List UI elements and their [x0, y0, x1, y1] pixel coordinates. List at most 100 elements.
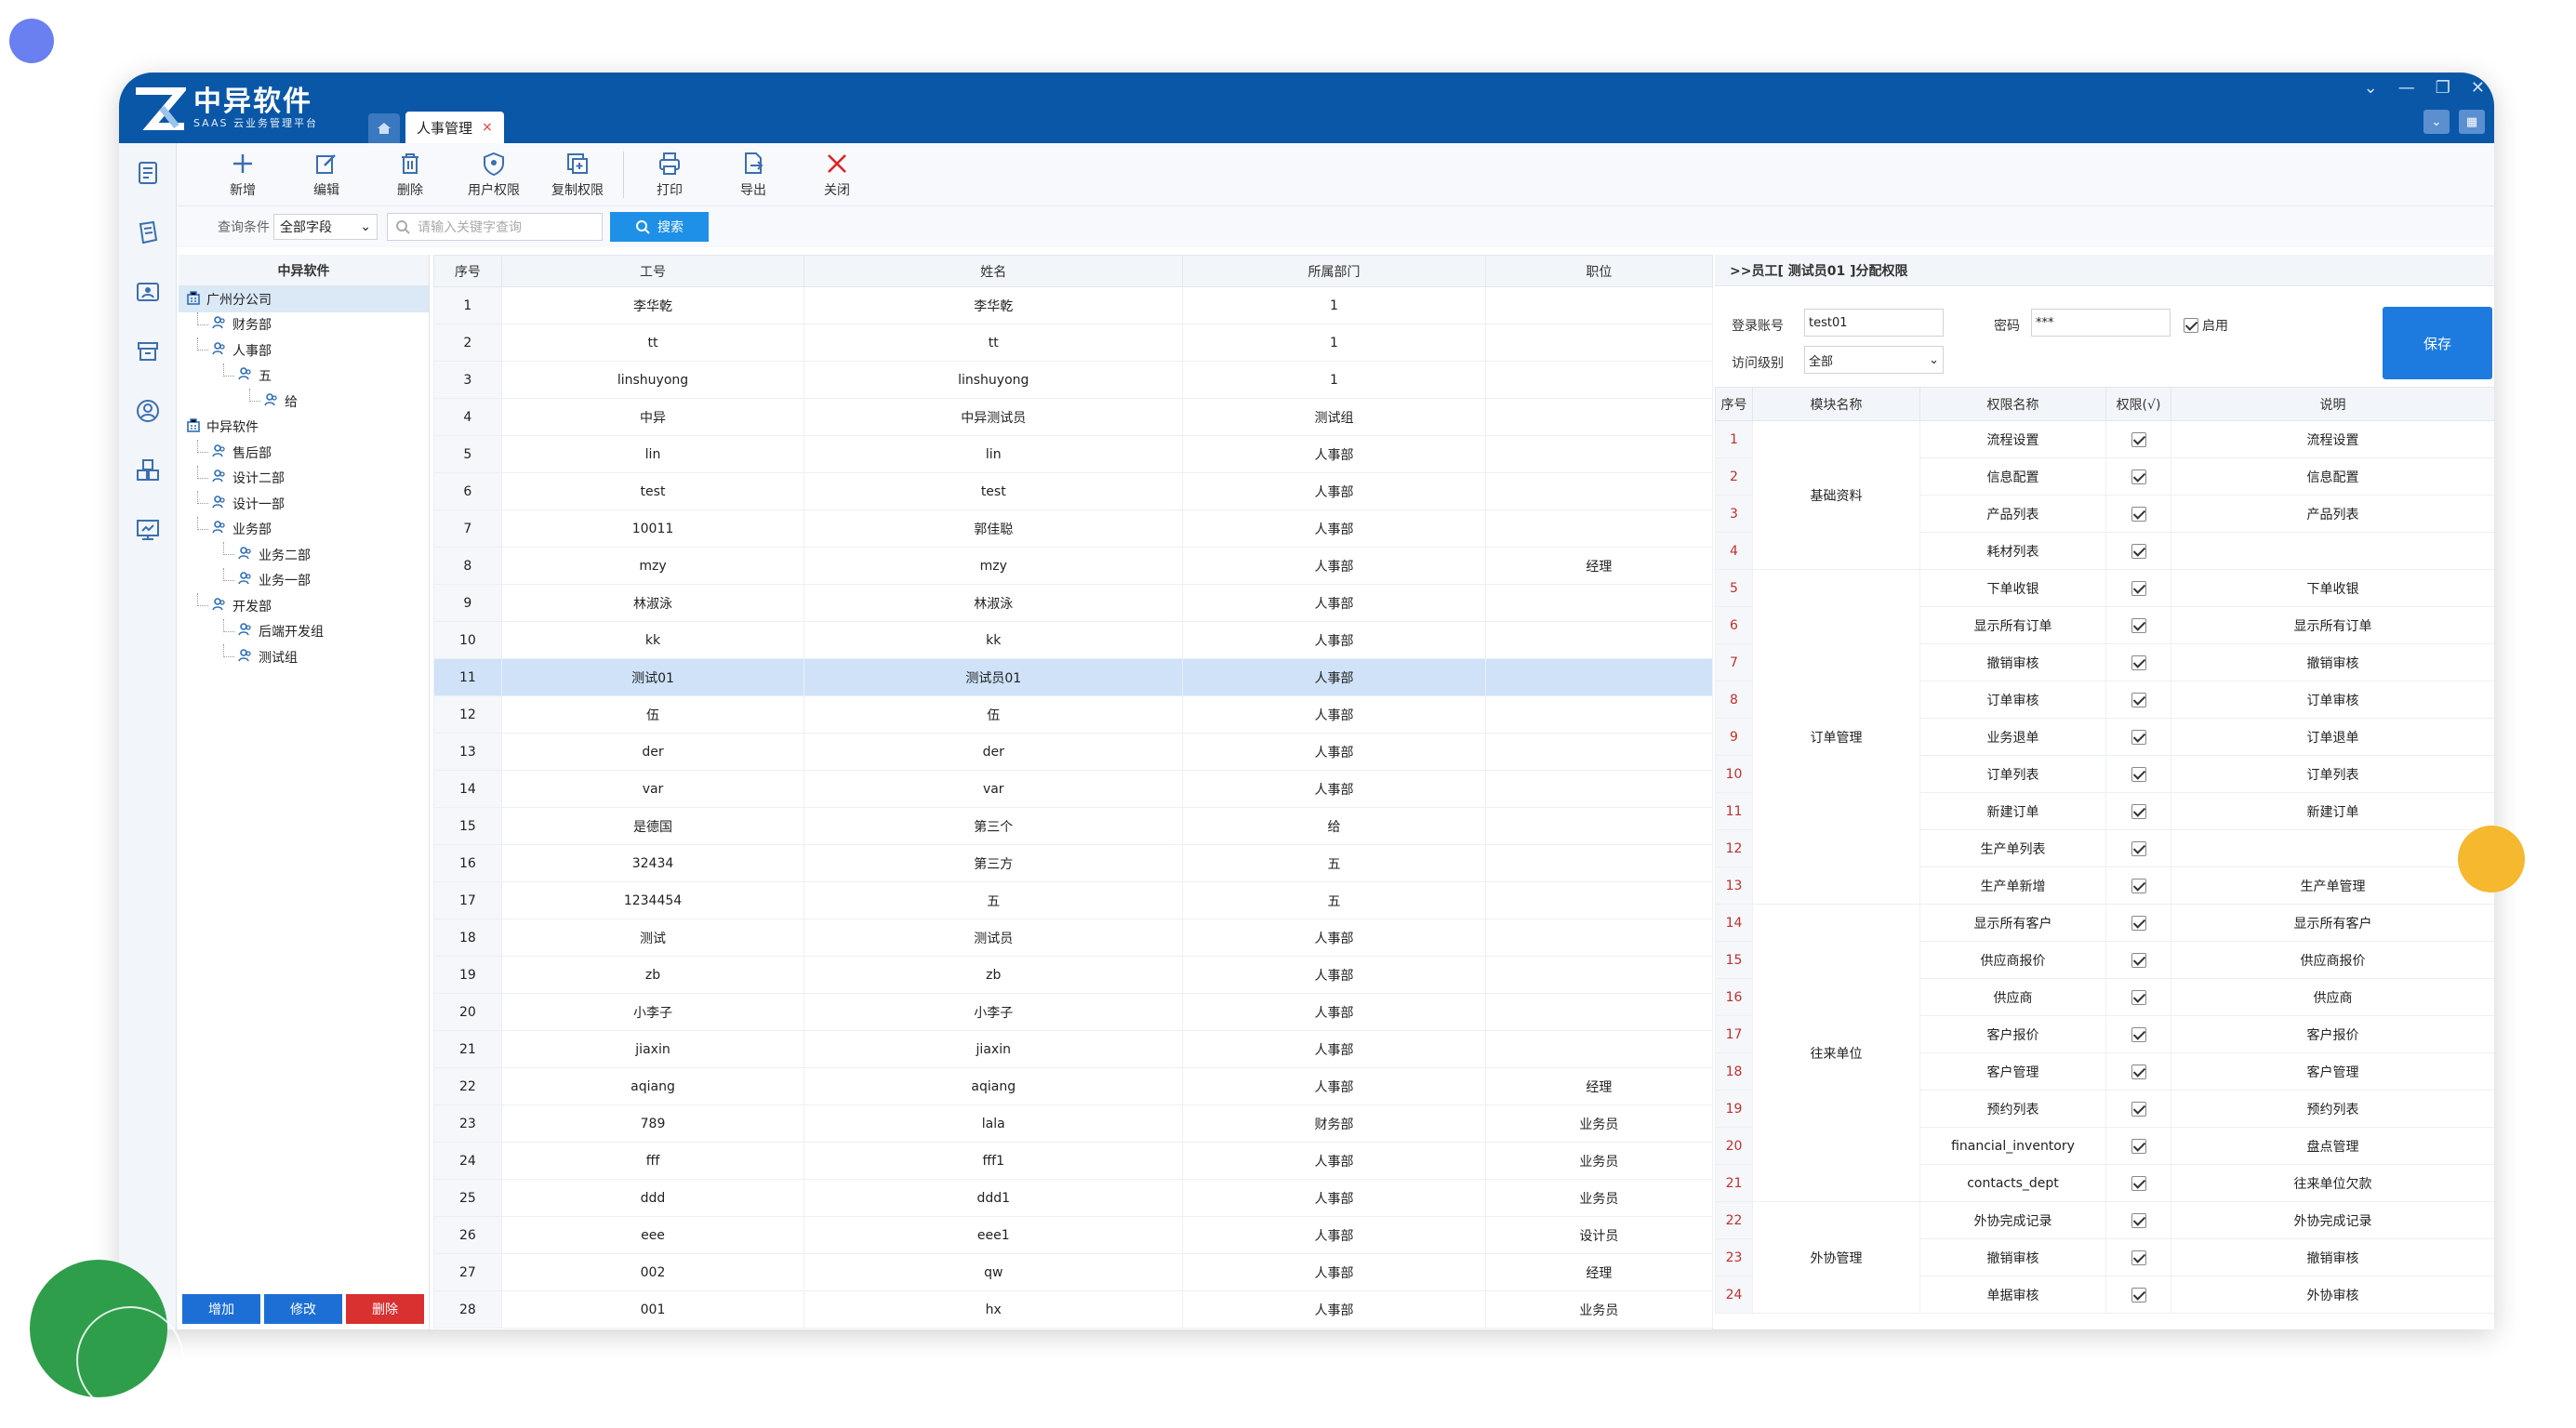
- toolbar-button-plus[interactable]: 新增: [201, 151, 285, 199]
- table-row[interactable]: 21 jiaxin jiaxin 人事部: [433, 1030, 1714, 1068]
- permission-checkbox[interactable]: [2105, 532, 2171, 570]
- tree-node[interactable]: 业务二部: [179, 542, 429, 568]
- window-close-icon[interactable]: ✕: [2471, 78, 2485, 98]
- tree-node[interactable]: 设计一部: [179, 491, 429, 517]
- tree-node[interactable]: 开发部: [179, 593, 429, 619]
- nav-item[interactable]: [119, 381, 177, 441]
- table-row[interactable]: 6 test test 人事部: [433, 472, 1714, 510]
- permission-checkbox[interactable]: [2105, 420, 2171, 458]
- add-dept-button[interactable]: 增加: [182, 1294, 260, 1324]
- table-row[interactable]: 5 lin lin 人事部: [433, 435, 1714, 473]
- toolbar-button-copy[interactable]: 复制权限: [536, 151, 619, 199]
- permission-checkbox[interactable]: [2105, 1164, 2171, 1202]
- tree-node[interactable]: 设计二部: [179, 465, 429, 492]
- permission-checkbox[interactable]: [2105, 643, 2171, 681]
- permission-checkbox[interactable]: [2105, 755, 2171, 793]
- tree-node[interactable]: 售后部: [179, 440, 429, 466]
- table-row[interactable]: 2 tt tt 1: [433, 324, 1714, 362]
- table-row[interactable]: 15 是德国 第三个给: [433, 807, 1714, 845]
- table-row[interactable]: 19 zb zb 人事部: [433, 956, 1714, 994]
- edit-dept-button[interactable]: 修改: [264, 1294, 342, 1324]
- table-row[interactable]: 3 linshuyong linshuyong 1: [433, 361, 1714, 399]
- permission-checkbox[interactable]: [2105, 1015, 2171, 1053]
- tree-node[interactable]: 后端开发组: [179, 618, 429, 645]
- table-row[interactable]: 20 小李子 小李子 人事部: [433, 993, 1714, 1031]
- login-field[interactable]: test01: [1804, 309, 1944, 337]
- permission-checkbox[interactable]: [2105, 1090, 2171, 1128]
- permission-checkbox[interactable]: [2105, 495, 2171, 533]
- tree-node[interactable]: 业务一部: [179, 567, 429, 594]
- permission-checkbox[interactable]: [2105, 1201, 2171, 1239]
- permission-checkbox[interactable]: [2105, 829, 2171, 867]
- enable-checkbox[interactable]: 启用: [2184, 316, 2228, 335]
- column-header[interactable]: 职位: [1484, 255, 1714, 287]
- permission-checkbox[interactable]: [2105, 718, 2171, 756]
- toolbar-button-printer[interactable]: 打印: [628, 151, 711, 199]
- search-input[interactable]: 请输入关键字查询: [387, 213, 603, 241]
- toolbar-button-shield[interactable]: 用户权限: [452, 151, 536, 199]
- table-row[interactable]: 18 测试 测试员 人事部: [433, 919, 1714, 957]
- permission-checkbox[interactable]: [2105, 792, 2171, 830]
- toolbar-button-trash[interactable]: 删除: [368, 151, 452, 199]
- query-field-select[interactable]: 全部字段 ⌄: [273, 214, 378, 240]
- permission-checkbox[interactable]: [2105, 941, 2171, 979]
- restore-icon[interactable]: ❐: [2436, 78, 2450, 98]
- search-button[interactable]: 搜索: [610, 212, 709, 242]
- toolbar-button-close[interactable]: 关闭: [795, 151, 879, 199]
- permission-checkbox[interactable]: [2105, 606, 2171, 644]
- table-row[interactable]: 4 中异 中异测试员 测试组: [433, 398, 1714, 436]
- permission-checkbox[interactable]: [2105, 978, 2171, 1016]
- column-header[interactable]: 序号: [433, 255, 502, 287]
- toolbar-button-edit[interactable]: 编辑: [285, 151, 368, 199]
- table-row[interactable]: 22 aqiang aqiang 人事部 经理: [433, 1067, 1714, 1105]
- permission-checkbox[interactable]: [2105, 457, 2171, 496]
- column-header[interactable]: 工号: [500, 255, 805, 287]
- table-row[interactable]: 16 32434 第三方五: [433, 844, 1714, 882]
- permission-checkbox[interactable]: [2105, 1127, 2171, 1165]
- nav-item[interactable]: [119, 203, 177, 262]
- tree-node[interactable]: 五: [179, 363, 429, 390]
- home-tab[interactable]: [368, 113, 400, 143]
- table-row[interactable]: 28 001 hx 人事部 业务员: [433, 1290, 1714, 1329]
- password-field[interactable]: ***: [2031, 309, 2171, 337]
- table-row[interactable]: 13 der der 人事部: [433, 733, 1714, 771]
- nav-item[interactable]: [119, 441, 177, 500]
- table-row[interactable]: 1 李华乾 李华乾 1: [433, 286, 1714, 324]
- collapse-icon[interactable]: ⌄: [2423, 110, 2450, 134]
- column-header[interactable]: 所属部门: [1182, 255, 1486, 287]
- tree-node[interactable]: 财务部: [179, 311, 429, 338]
- tab-personnel[interactable]: 人事管理 ×: [405, 112, 504, 143]
- nav-item[interactable]: [119, 322, 177, 381]
- tree-node[interactable]: 人事部: [179, 337, 429, 364]
- tree-node[interactable]: 给: [179, 389, 429, 415]
- permission-checkbox[interactable]: [2105, 1276, 2171, 1314]
- table-row[interactable]: 12 伍伍人事部: [433, 695, 1714, 734]
- chevron-down-icon[interactable]: ⌄: [2364, 78, 2378, 98]
- nav-item[interactable]: [119, 500, 177, 560]
- tree-node[interactable]: 测试组: [179, 644, 429, 670]
- access-level-select[interactable]: 全部 ⌄: [1804, 346, 1944, 374]
- column-header[interactable]: 姓名: [803, 255, 1184, 287]
- table-row[interactable]: 8 mzy mzy 人事部 经理: [433, 547, 1714, 585]
- permission-checkbox[interactable]: [2105, 569, 2171, 607]
- save-button[interactable]: 保存: [2383, 307, 2492, 379]
- minimize-icon[interactable]: —: [2398, 78, 2415, 98]
- nav-item[interactable]: [119, 262, 177, 322]
- permission-checkbox[interactable]: [2105, 1052, 2171, 1091]
- table-row[interactable]: 24 fff fff1 人事部 业务员: [433, 1142, 1714, 1180]
- permission-checkbox[interactable]: [2105, 866, 2171, 905]
- table-row[interactable]: 10 kk kk 人事部: [433, 621, 1714, 659]
- permission-checkbox[interactable]: [2105, 1238, 2171, 1276]
- table-row[interactable]: 25 ddd ddd1 人事部 业务员: [433, 1179, 1714, 1217]
- tree-node[interactable]: 中异软件: [179, 415, 429, 441]
- tab-close-icon[interactable]: ×: [482, 120, 493, 135]
- toolbar-button-export[interactable]: 导出: [711, 151, 795, 199]
- tree-node[interactable]: 业务部: [179, 516, 429, 543]
- table-row[interactable]: 17 1234454 五五: [433, 881, 1714, 919]
- table-row[interactable]: 9 林淑泳 林淑泳 人事部: [433, 584, 1714, 622]
- delete-dept-button[interactable]: 删除: [346, 1294, 424, 1324]
- table-row[interactable]: 26 eee eee1 人事部 设计员: [433, 1216, 1714, 1254]
- permission-checkbox[interactable]: [2105, 681, 2171, 719]
- table-row[interactable]: 11 测试01 测试员01 人事部: [433, 658, 1714, 696]
- tree-node[interactable]: 广州分公司: [179, 286, 429, 312]
